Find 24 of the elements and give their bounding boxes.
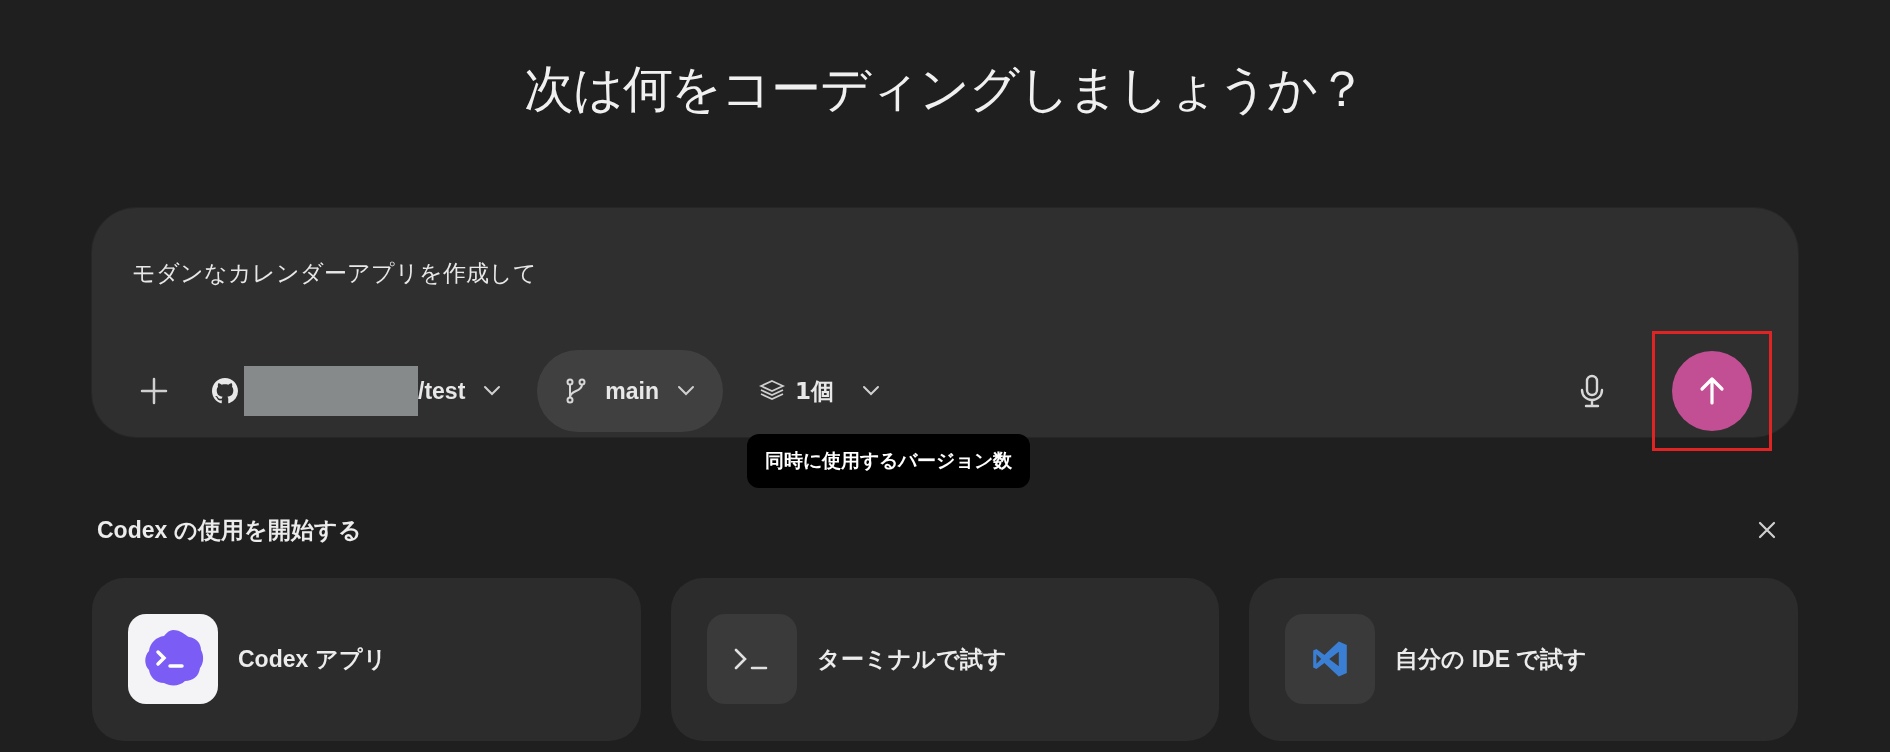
chevron-down-icon — [677, 385, 695, 397]
close-icon — [1758, 521, 1776, 540]
terminal-icon — [706, 614, 797, 704]
page-heading: 次は何をコーディングしましょうか？ — [524, 58, 1366, 120]
microphone-icon — [1579, 374, 1605, 408]
close-button[interactable] — [1758, 521, 1776, 540]
option-card[interactable]: 自分の IDE で試す — [1249, 577, 1798, 741]
chevron-down-icon — [483, 385, 502, 397]
option-card[interactable]: ターミナルで試す — [670, 577, 1220, 741]
layers-icon — [759, 379, 785, 403]
chevron-down-icon — [862, 385, 880, 397]
branch-selector[interactable]: main — [537, 350, 723, 432]
section-title: Codex の使用を開始する — [97, 516, 362, 545]
github-icon — [212, 378, 238, 404]
tooltip: 同時に使用するバージョン数 — [747, 434, 1030, 488]
versions-selector[interactable]: 1個 — [759, 373, 880, 409]
option-card[interactable]: Codex アプリ — [92, 577, 641, 741]
branch-icon — [565, 378, 588, 404]
plus-icon — [139, 376, 169, 406]
arrow-up-icon — [1699, 376, 1725, 406]
code-editor-icon — [1285, 614, 1376, 704]
app-icon — [128, 614, 218, 704]
prompt-input[interactable]: モダンなカレンダーアプリを作成して — [132, 256, 1032, 290]
repo-selector[interactable]: /test — [212, 366, 502, 416]
